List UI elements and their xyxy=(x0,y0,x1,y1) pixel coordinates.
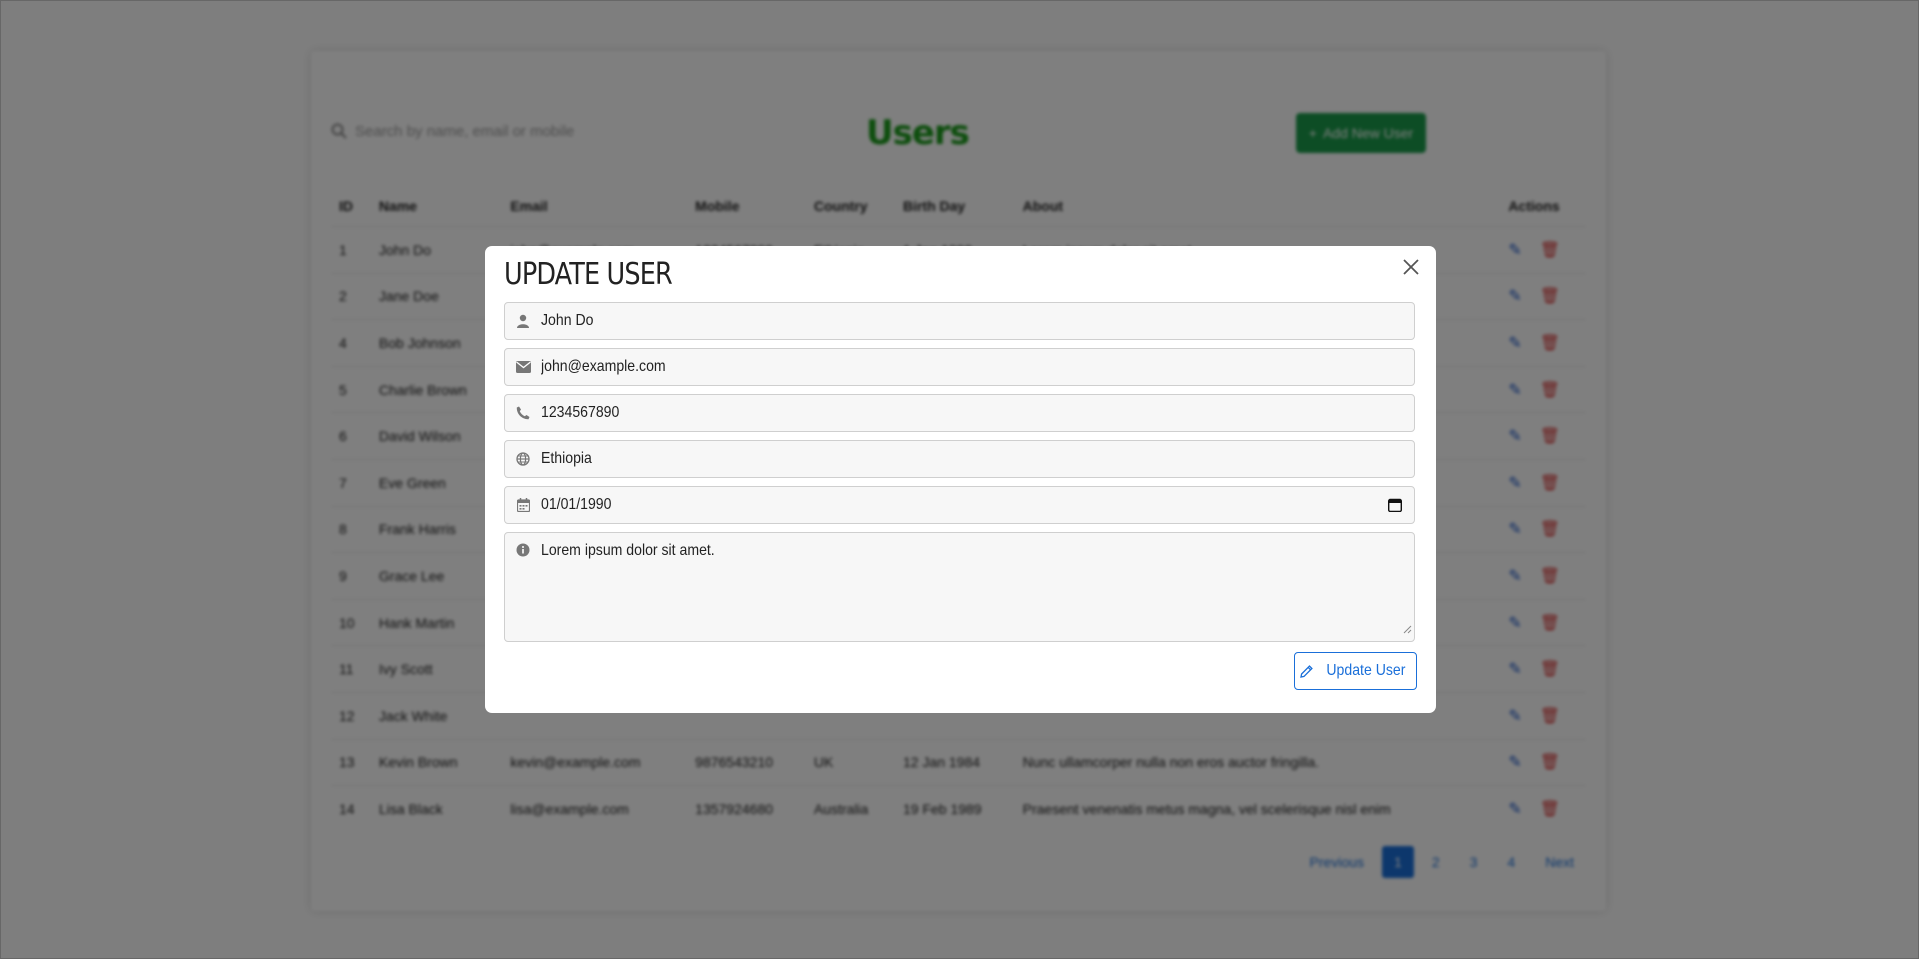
calendar-icon xyxy=(505,498,541,512)
update-user-button[interactable]: Update User xyxy=(1294,652,1417,690)
country-field xyxy=(504,440,1415,478)
info-icon xyxy=(505,533,541,557)
name-input[interactable] xyxy=(541,303,1310,339)
pencil-icon xyxy=(1300,664,1313,678)
email-field xyxy=(504,348,1415,386)
globe-icon xyxy=(505,452,541,466)
user-icon xyxy=(505,314,541,328)
email-input[interactable] xyxy=(541,349,1310,385)
birthday-input[interactable] xyxy=(541,487,1310,523)
country-input[interactable] xyxy=(541,441,1310,477)
modal-title: UPDATE USER xyxy=(504,257,673,292)
birthday-field xyxy=(504,486,1415,524)
name-field xyxy=(504,302,1415,340)
date-picker-icon[interactable] xyxy=(1387,498,1403,517)
update-user-modal: UPDATE USER John Do john@example.com 123… xyxy=(485,246,1436,713)
about-textarea[interactable]: Lorem ipsum dolor sit amet. xyxy=(541,533,1310,650)
resize-handle-icon[interactable] xyxy=(1403,621,1412,639)
envelope-icon xyxy=(505,361,541,373)
phone-icon xyxy=(505,406,541,420)
mobile-field xyxy=(504,394,1415,432)
about-field: Lorem ipsum dolor sit amet. xyxy=(504,532,1415,650)
close-icon[interactable] xyxy=(1400,256,1422,278)
update-user-label: Update User xyxy=(1326,662,1406,679)
mobile-input[interactable] xyxy=(541,395,1310,431)
